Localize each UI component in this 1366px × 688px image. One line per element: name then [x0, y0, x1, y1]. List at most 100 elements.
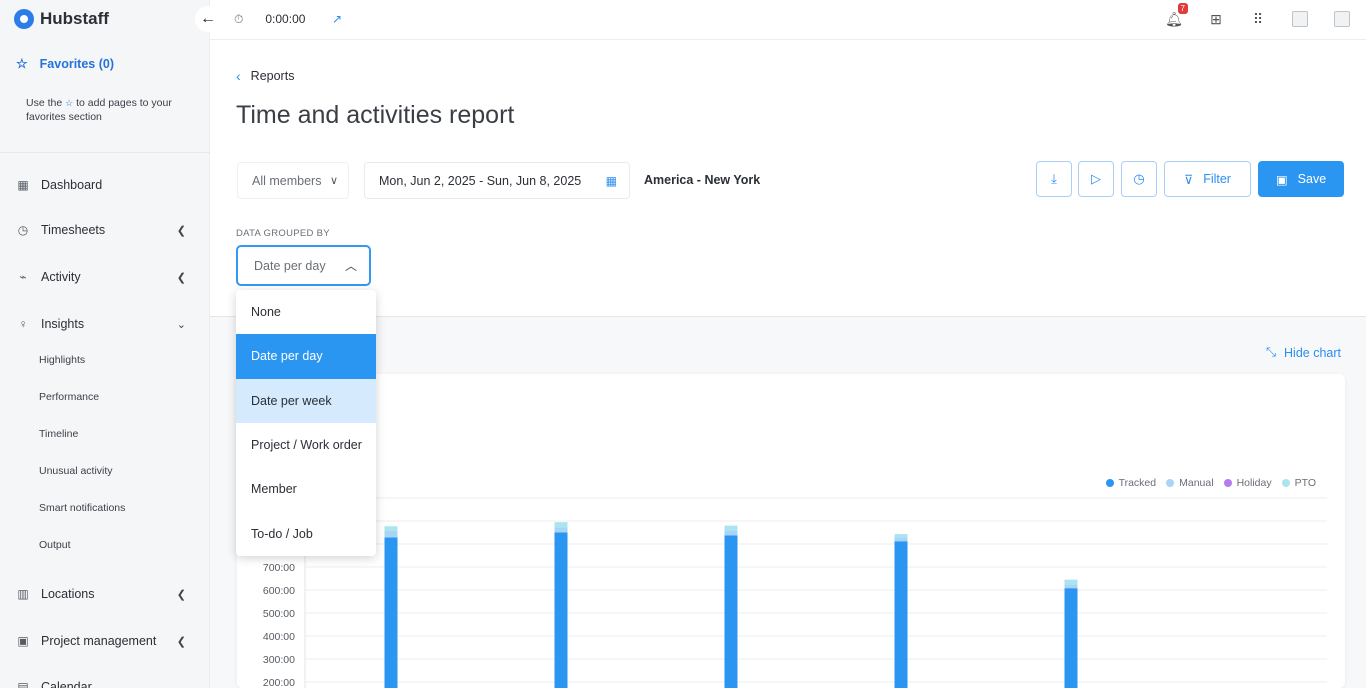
- clipboard-icon: ▣: [17, 634, 29, 648]
- sidebar-item-label: Project management: [41, 634, 157, 648]
- menu-item-member[interactable]: Member: [236, 467, 376, 511]
- sidebar-subitem-smart-notifications[interactable]: Smart notifications: [39, 502, 125, 514]
- filter-label: Filter: [1203, 172, 1231, 186]
- sidebar-item-label: Locations: [41, 587, 95, 601]
- bar-segment-pto[interactable]: [724, 525, 738, 531]
- sidebar-item-label: Dashboard: [41, 178, 103, 192]
- arrow-left-icon: ←: [200, 10, 216, 27]
- favorites-header[interactable]: ☆ Favorites (0): [16, 56, 114, 72]
- favorites-help-text-1: Use the: [26, 97, 63, 109]
- download-button[interactable]: ⤓: [1036, 161, 1072, 197]
- menu-item-none[interactable]: None: [236, 290, 376, 334]
- bar-segment-pto[interactable]: [1064, 579, 1078, 585]
- clock-icon: ◷: [17, 223, 29, 237]
- open-timer-icon[interactable]: ↗: [332, 12, 342, 26]
- group-by-select[interactable]: Date per day ︿: [236, 245, 371, 286]
- timezone-label[interactable]: America - New York: [644, 173, 760, 187]
- bar-segment-pto[interactable]: [384, 526, 398, 531]
- divider: [0, 152, 210, 153]
- save-button[interactable]: ▣ Save: [1258, 161, 1344, 197]
- bar-segment-tracked[interactable]: [724, 535, 738, 688]
- members-select[interactable]: All members ∨: [237, 162, 349, 199]
- y-tick-label: 500:00: [263, 608, 295, 620]
- schedule-button[interactable]: ◷: [1121, 161, 1157, 197]
- broken-image-icon: [1334, 11, 1350, 27]
- sidebar: Hubstaff ☆ Favorites (0) Use the ☆ to ad…: [0, 0, 210, 688]
- hubstaff-logo-icon: [14, 9, 34, 29]
- user-avatar[interactable]: [1332, 9, 1352, 29]
- chevron-left-icon: ❮: [176, 588, 186, 601]
- bar-segment-manual[interactable]: [724, 530, 738, 536]
- sidebar-item-activity[interactable]: ⌁ Activity ❮: [16, 266, 192, 288]
- breadcrumb[interactable]: ‹ Reports: [236, 68, 294, 84]
- bar-segment-tracked[interactable]: [894, 541, 908, 688]
- chevron-left-icon: ‹: [236, 68, 241, 84]
- dashboard-icon: ▦: [17, 178, 29, 192]
- time-chart: 200:00 300:00 400:00 500:00 600:00 700:00: [263, 494, 1327, 688]
- menu-item-date-per-day[interactable]: Date per day: [236, 334, 376, 379]
- bar-segment-manual[interactable]: [384, 530, 398, 538]
- date-range-picker[interactable]: Mon, Jun 2, 2025 - Sun, Jun 8, 2025 ▦: [364, 162, 630, 199]
- sidebar-item-locations[interactable]: ▥ Locations ❮: [16, 583, 192, 605]
- activity-icon: ⌁: [19, 270, 27, 284]
- bar-segment-pto[interactable]: [894, 534, 908, 538]
- page-title: Time and activities report: [236, 101, 515, 129]
- send-button[interactable]: ▷: [1078, 161, 1114, 197]
- collapse-sidebar-button[interactable]: ←: [195, 6, 221, 32]
- sidebar-item-timesheets[interactable]: ◷ Timesheets ❮: [16, 219, 192, 241]
- bar-segment-tracked[interactable]: [1064, 588, 1078, 688]
- members-select-value: All members: [252, 173, 322, 188]
- sidebar-item-project-management[interactable]: ▣ Project management ❮: [16, 630, 192, 652]
- sidebar-item-label: Insights: [41, 317, 85, 331]
- save-label: Save: [1297, 172, 1327, 186]
- broken-image-icon: [1292, 11, 1308, 27]
- date-range-value: Mon, Jun 2, 2025 - Sun, Jun 8, 2025: [379, 173, 582, 188]
- stopwatch-icon: ⏱︎: [234, 11, 244, 26]
- favorites-help: Use the ☆ to add pages to your favorites…: [26, 96, 186, 124]
- sidebar-subitem-performance[interactable]: Performance: [39, 391, 99, 403]
- group-by-label: DATA GROUPED BY: [236, 228, 330, 239]
- breadcrumb-label: Reports: [250, 69, 295, 83]
- menu-item-todo-job[interactable]: To-do / Job: [236, 511, 376, 555]
- favorites-label: Favorites (0): [39, 57, 114, 71]
- apps-grid-icon[interactable]: ⠿: [1248, 9, 1268, 29]
- bar-segment-manual[interactable]: [554, 527, 568, 533]
- sidebar-item-label: Calendar: [41, 680, 92, 688]
- sidebar-item-dashboard[interactable]: ▦ Dashboard: [16, 174, 192, 196]
- download-icon: ⤓: [1051, 171, 1057, 186]
- menu-item-project-work-order[interactable]: Project / Work order: [236, 423, 376, 467]
- sidebar-subitem-output[interactable]: Output: [39, 539, 71, 551]
- collapse-icon: ⤡: [1266, 345, 1277, 359]
- hide-chart-button[interactable]: ⤡ Hide chart: [1266, 345, 1341, 360]
- bar-segment-tracked[interactable]: [384, 537, 398, 688]
- bell-icon[interactable]: 🔔︎ 7: [1164, 3, 1188, 29]
- gift-icon[interactable]: ⊞: [1206, 9, 1226, 29]
- chevron-left-icon: ❮: [176, 224, 186, 237]
- map-icon: ▥: [17, 587, 29, 601]
- sidebar-item-calendar[interactable]: ▤ Calendar: [16, 676, 192, 688]
- timer-value: 0:00:00: [265, 12, 306, 26]
- timer-widget[interactable]: ⏱︎ 0:00:00 ↗: [225, 5, 350, 33]
- top-icons: 🔔︎ 7 ⊞ ⠿: [1164, 3, 1352, 29]
- y-tick-label: 400:00: [263, 631, 295, 643]
- hubstaff-logo[interactable]: Hubstaff: [14, 9, 109, 29]
- bar-segment-manual[interactable]: [1064, 584, 1078, 589]
- lightbulb-icon: ♀: [18, 317, 28, 331]
- org-avatar[interactable]: [1290, 9, 1310, 29]
- calendar-icon: ▤: [17, 680, 29, 688]
- chart-card: Tracked Manual Holiday PTO 200:00 300:00 400:…: [237, 374, 1345, 688]
- chevron-left-icon: ❮: [176, 271, 186, 284]
- bar-segment-manual[interactable]: [894, 537, 908, 542]
- sidebar-subitem-unusual-activity[interactable]: Unusual activity: [39, 465, 113, 477]
- bar-segment-tracked[interactable]: [554, 532, 568, 688]
- top-bar: 🔔︎ 7 ⊞ ⠿: [210, 0, 1366, 40]
- menu-item-date-per-week[interactable]: Date per week: [236, 378, 376, 423]
- sidebar-subitem-highlights[interactable]: Highlights: [39, 354, 85, 366]
- bar-segment-pto[interactable]: [554, 522, 568, 528]
- sidebar-item-insights[interactable]: ♀ Insights ⌄: [16, 313, 192, 335]
- save-icon: ▣: [1275, 172, 1288, 187]
- filter-button[interactable]: ⊽ Filter: [1164, 161, 1251, 197]
- y-tick-label: 300:00: [263, 654, 295, 666]
- sidebar-subitem-timeline[interactable]: Timeline: [39, 428, 78, 440]
- calendar-icon: ▦: [605, 173, 617, 188]
